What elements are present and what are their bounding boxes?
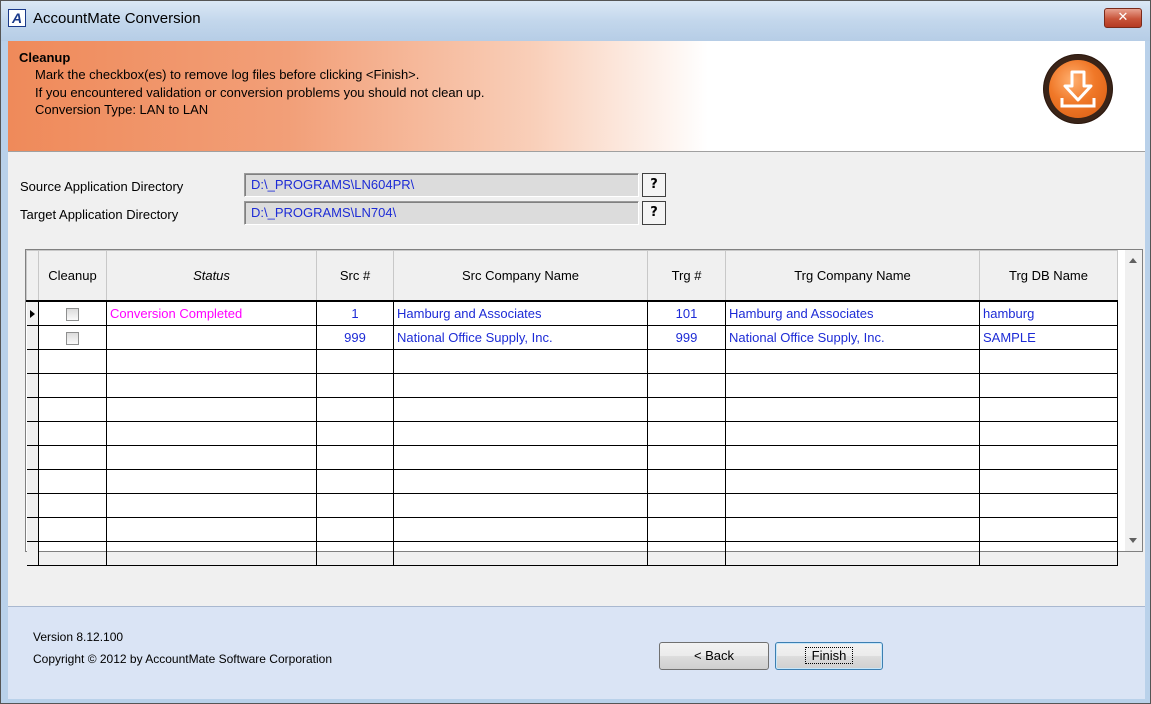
trg-db-cell: hamburg [979,301,1118,326]
cleanup-checkbox-cell[interactable] [38,325,107,350]
company-grid[interactable]: Cleanup Status Src # Src Company Name Tr… [25,249,1143,566]
trg-company-cell: National Office Supply, Inc. [725,325,980,350]
finish-button-label: Finish [804,647,854,664]
row-selector[interactable] [26,301,39,326]
step-title: Cleanup [19,50,71,65]
target-directory-field[interactable]: D:\_PROGRAMS\LN704\ [244,201,639,225]
application-window: A AccountMate Conversion ✕ Cleanup Mark … [0,0,1151,704]
window-title: AccountMate Conversion [33,10,201,27]
empty-row [26,469,1118,494]
empty-row [26,517,1118,542]
wizard-header: Cleanup Mark the checkbox(es) to remove … [8,41,1145,151]
target-directory-label: Target Application Directory [20,207,179,222]
instruction-line-2: If you encountered validation or convers… [35,85,485,100]
finish-button[interactable]: Finish [775,642,883,670]
copyright-text: Copyright © 2012 by AccountMate Software… [33,652,333,666]
src-company-cell: Hamburg and Associates [393,301,648,326]
column-header-src-no[interactable]: Src # [316,250,394,302]
src-company-cell: National Office Supply, Inc. [393,325,648,350]
cleanup-checkbox[interactable] [66,308,79,322]
current-row-pointer-icon [29,309,35,318]
cleanup-checkbox-cell[interactable] [38,301,107,326]
empty-row [26,445,1118,470]
conversion-type-text: Conversion Type: LAN to LAN [35,102,209,117]
content-panel: Source Application Directory D:\_PROGRAM… [8,151,1145,607]
empty-row [26,349,1118,374]
status-cell [106,325,317,350]
column-header-src-company[interactable]: Src Company Name [393,250,648,302]
cleanup-checkbox[interactable] [66,332,79,346]
trg-company-cell: Hamburg and Associates [725,301,980,326]
back-button[interactable]: < Back [659,642,769,670]
trg-no-cell: 999 [647,325,726,350]
header-row: Cleanup Status Src # Src Company Name Tr… [26,250,1118,302]
empty-row [26,421,1118,446]
source-directory-label: Source Application Directory [20,179,184,194]
src-no-cell: 1 [316,301,394,326]
src-no-cell: 999 [316,325,394,350]
column-header-trg-company[interactable]: Trg Company Name [725,250,980,302]
scroll-down-icon[interactable] [1129,538,1137,543]
row-selector[interactable] [26,325,39,350]
column-header-cleanup[interactable]: Cleanup [38,250,107,302]
company-table: Cleanup Status Src # Src Company Name Tr… [26,250,1118,566]
table-row[interactable]: 999 National Office Supply, Inc. 999 Nat… [26,325,1118,350]
column-header-status[interactable]: Status [106,250,317,302]
version-text: Version 8.12.100 [33,630,124,644]
scroll-up-icon[interactable] [1129,258,1137,263]
download-icon [1044,55,1112,123]
trg-db-cell: SAMPLE [979,325,1118,350]
close-button[interactable]: ✕ [1104,8,1142,28]
row-selector-header [26,250,39,302]
target-directory-help-button[interactable]: ? [642,201,666,225]
source-directory-help-button[interactable]: ? [642,173,666,197]
empty-row [26,493,1118,518]
accountmate-app-icon: A [8,9,26,27]
status-cell: Conversion Completed [106,301,317,326]
title-bar[interactable]: A AccountMate Conversion ✕ [1,1,1150,41]
table-row[interactable]: Conversion Completed 1 Hamburg and Assoc… [26,301,1118,326]
vertical-scrollbar[interactable] [1125,250,1142,551]
source-directory-field[interactable]: D:\_PROGRAMS\LN604PR\ [244,173,639,197]
wizard-footer: Version 8.12.100 Copyright © 2012 by Acc… [8,606,1145,699]
trg-no-cell: 101 [647,301,726,326]
instruction-line-1: Mark the checkbox(es) to remove log file… [35,67,420,82]
empty-row [26,373,1118,398]
column-header-trg-db[interactable]: Trg DB Name [979,250,1118,302]
column-header-trg-no[interactable]: Trg # [647,250,726,302]
empty-row [26,541,1118,566]
empty-row [26,397,1118,422]
